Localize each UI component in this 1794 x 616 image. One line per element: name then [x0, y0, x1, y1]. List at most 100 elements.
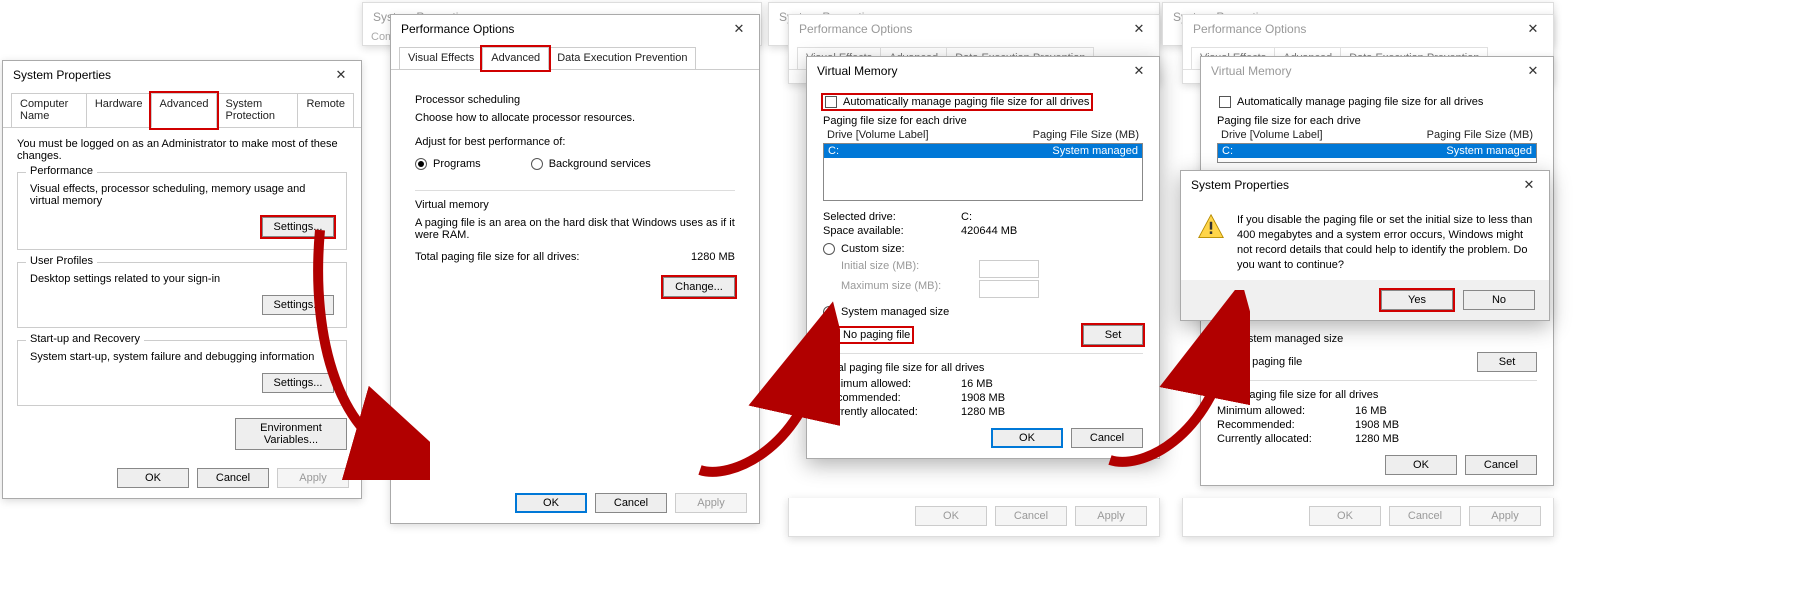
radio-custom-label: Custom size: [841, 243, 905, 255]
ok-button[interactable]: OK [117, 468, 189, 488]
no-button[interactable]: No [1463, 290, 1535, 310]
cancel-button[interactable]: Cancel [197, 468, 269, 488]
cancel-button[interactable]: Cancel [595, 493, 667, 513]
space-available-value: 420644 MB [961, 225, 1017, 237]
performance-options-window: Performance Options ✕ Visual Effects Adv… [390, 14, 760, 524]
recommended-value: 1908 MB [1355, 419, 1399, 431]
window-title: System Properties [1191, 178, 1289, 192]
environment-variables-button[interactable]: Environment Variables... [235, 418, 347, 450]
radio-no-paging-file[interactable]: No paging file [1217, 356, 1302, 368]
tab-advanced[interactable]: Advanced [151, 93, 218, 128]
tab-system-protection[interactable]: System Protection [216, 93, 298, 127]
window-title: Performance Options [1193, 22, 1306, 36]
initial-size-label: Initial size (MB): [841, 260, 961, 278]
vm-total-label: Total paging file size for all drives: [415, 251, 579, 263]
radio-system-managed-label: System managed size [841, 306, 949, 318]
radio-background-label: Background services [549, 158, 651, 170]
ok-button[interactable]: OK [991, 428, 1063, 448]
recommended-label: Recommended: [823, 392, 943, 404]
startup-recovery-settings-button[interactable]: Settings... [262, 373, 334, 393]
each-drive-label: Paging file size for each drive [1217, 115, 1537, 127]
radio-system-managed[interactable]: System managed size [823, 306, 949, 318]
auto-manage-checkbox[interactable]: Automatically manage paging file size fo… [823, 95, 1091, 109]
adjust-label: Adjust for best performance of: [415, 136, 735, 148]
drive-row-c[interactable]: C: System managed [824, 144, 1142, 158]
virtual-memory-group: Virtual memory A paging file is an area … [415, 199, 735, 297]
radio-custom-size[interactable]: Custom size: [823, 243, 905, 255]
ok-button[interactable]: OK [515, 493, 587, 513]
cancel-button[interactable]: Cancel [1465, 455, 1537, 475]
user-profiles-title: User Profiles [26, 255, 97, 267]
each-drive-label: Paging file size for each drive [823, 115, 1143, 127]
radio-background-services[interactable]: Background services [531, 158, 651, 170]
startup-recovery-group: Start-up and Recovery System start-up, s… [17, 340, 347, 406]
apply-button: Apply [1469, 506, 1541, 526]
close-icon[interactable]: ✕ [327, 65, 355, 85]
tab-dep[interactable]: Data Execution Prevention [548, 47, 696, 69]
auto-manage-label: Automatically manage paging file size fo… [843, 96, 1089, 108]
auto-manage-checkbox[interactable]: Automatically manage paging file size fo… [1217, 95, 1485, 109]
tab-remote[interactable]: Remote [297, 93, 354, 127]
min-allowed-value: 16 MB [961, 378, 993, 390]
close-icon[interactable]: ✕ [1519, 19, 1547, 39]
min-allowed-label: Minimum allowed: [823, 378, 943, 390]
drive-row-c[interactable]: C: System managed [1218, 144, 1536, 158]
radio-no-paging-label: No paging file [843, 329, 910, 341]
col-drive: Drive [Volume Label] [1221, 129, 1427, 141]
performance-desc: Visual effects, processor scheduling, me… [30, 183, 334, 207]
user-profiles-group: User Profiles Desktop settings related t… [17, 262, 347, 328]
selected-drive-label: Selected drive: [823, 211, 943, 223]
radio-no-paging-label: No paging file [1235, 356, 1302, 368]
ok-button[interactable]: OK [1385, 455, 1457, 475]
set-button[interactable]: Set [1477, 352, 1537, 372]
maximum-size-input [979, 280, 1039, 298]
confirm-dialog: System Properties ✕ If you disable the p… [1180, 170, 1550, 321]
ok-button: OK [1309, 506, 1381, 526]
radio-no-paging-file[interactable]: No paging file [823, 328, 912, 342]
performance-settings-button[interactable]: Settings... [262, 217, 334, 237]
close-icon[interactable]: ✕ [1519, 61, 1547, 81]
col-size: Paging File Size (MB) [1033, 129, 1139, 141]
virtual-memory-window: Virtual Memory ✕ Automatically manage pa… [806, 56, 1160, 459]
change-button[interactable]: Change... [663, 277, 735, 297]
set-button[interactable]: Set [1083, 325, 1143, 345]
radio-programs[interactable]: Programs [415, 158, 481, 170]
recommended-value: 1908 MB [961, 392, 1005, 404]
confirm-text: If you disable the paging file or set th… [1237, 213, 1533, 272]
currently-allocated-value: 1280 MB [961, 406, 1005, 418]
min-allowed-label: Minimum allowed: [1217, 405, 1337, 417]
vm-desc: A paging file is an area on the hard dis… [415, 217, 735, 241]
drive-listbox[interactable]: C: System managed [1217, 143, 1537, 163]
auto-manage-label: Automatically manage paging file size fo… [1237, 96, 1483, 108]
user-profiles-desc: Desktop settings related to your sign-in [30, 273, 334, 285]
total-paging-title: Total paging file size for all drives [823, 362, 1143, 374]
tab-hardware[interactable]: Hardware [86, 93, 152, 127]
vm-title: Virtual memory [415, 199, 735, 211]
bg-perf-footer-3: OK Cancel Apply [788, 498, 1160, 537]
close-icon[interactable]: ✕ [1125, 61, 1153, 81]
close-icon[interactable]: ✕ [1125, 19, 1153, 39]
tab-computer-name[interactable]: Computer Name [11, 93, 87, 127]
drive-row-size: System managed [1052, 145, 1138, 157]
tab-advanced[interactable]: Advanced [482, 47, 549, 70]
warning-icon [1197, 213, 1225, 241]
yes-button[interactable]: Yes [1381, 290, 1453, 310]
close-icon[interactable]: ✕ [1515, 175, 1543, 195]
close-icon[interactable]: ✕ [725, 19, 753, 39]
ok-button: OK [915, 506, 987, 526]
user-profiles-settings-button[interactable]: Settings... [262, 295, 334, 315]
drive-row-size: System managed [1446, 145, 1532, 157]
recommended-label: Recommended: [1217, 419, 1337, 431]
cancel-button[interactable]: Cancel [1071, 428, 1143, 448]
tab-visual-effects[interactable]: Visual Effects [399, 47, 483, 69]
startup-recovery-desc: System start-up, system failure and debu… [30, 351, 334, 363]
currently-allocated-label: Currently allocated: [1217, 433, 1337, 445]
radio-system-managed[interactable]: System managed size [1217, 333, 1343, 345]
drive-listbox[interactable]: C: System managed [823, 143, 1143, 201]
col-size: Paging File Size (MB) [1427, 129, 1533, 141]
window-title: Virtual Memory [1211, 64, 1291, 78]
cancel-button: Cancel [1389, 506, 1461, 526]
currently-allocated-value: 1280 MB [1355, 433, 1399, 445]
titlebar: System Properties ✕ [3, 61, 361, 89]
selected-drive-value: C: [961, 211, 972, 223]
